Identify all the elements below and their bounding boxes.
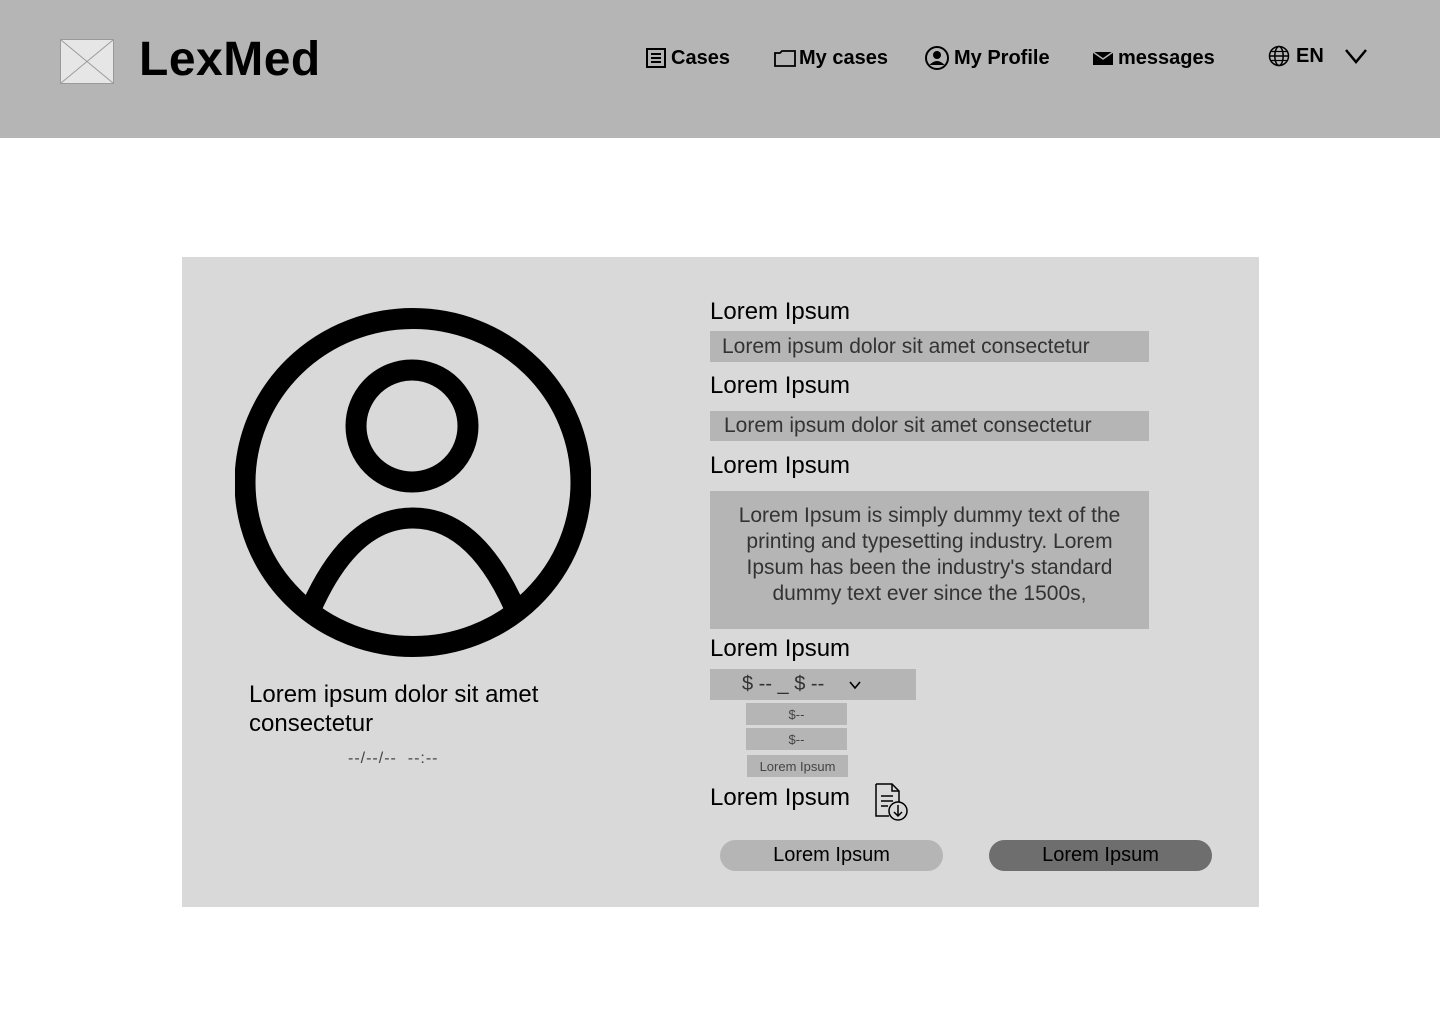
language-selector[interactable]: EN	[1268, 42, 1368, 70]
field-label-2: Lorem Ipsum	[710, 372, 851, 399]
field-value-2[interactable]: Lorem ipsum dolor sit amet consectetur	[710, 411, 1149, 441]
chevron-down-icon[interactable]	[1344, 47, 1368, 65]
chevron-down-icon	[849, 680, 861, 689]
field-label-3: Lorem Ipsum	[710, 452, 851, 479]
folder-icon	[774, 50, 796, 67]
nav-cases[interactable]: Cases	[645, 44, 730, 72]
nav-my-cases[interactable]: My cases	[773, 44, 888, 72]
dropdown-option-2[interactable]: $--	[746, 728, 847, 750]
user-avatar-icon	[235, 308, 591, 657]
globe-icon	[1268, 45, 1290, 67]
list-document-icon	[646, 48, 666, 68]
nav-my-cases-label: My cases	[799, 46, 888, 69]
field-label-4: Lorem Ipsum	[710, 635, 851, 662]
field-value-1[interactable]: Lorem ipsum dolor sit amet consectetur	[710, 331, 1149, 362]
field-label-1: Lorem Ipsum	[710, 298, 851, 325]
language-label: EN	[1296, 44, 1324, 67]
user-circle-icon	[925, 46, 949, 70]
top-header: LexMed Cases My cases My Profile message…	[0, 0, 1440, 138]
envelope-icon	[1092, 51, 1114, 65]
nav-messages-label: messages	[1118, 46, 1215, 69]
nav-my-profile[interactable]: My Profile	[924, 44, 1050, 72]
logo-placeholder-image[interactable]	[60, 39, 114, 84]
brand-name[interactable]: LexMed	[139, 32, 321, 88]
dropdown-option-3[interactable]: Lorem Ipsum	[747, 755, 848, 777]
price-range-dropdown[interactable]: $ -- _ $ --	[710, 669, 916, 700]
nav-messages[interactable]: messages	[1092, 44, 1215, 72]
nav-cases-label: Cases	[671, 46, 730, 69]
attachment-label: Lorem Ipsum	[710, 784, 851, 811]
case-datetime: --/--/-- --:--	[348, 750, 439, 767]
dropdown-option-1[interactable]: $--	[746, 703, 847, 725]
field-description[interactable]: Lorem Ipsum is simply dummy text of the …	[710, 491, 1149, 629]
nav-my-profile-label: My Profile	[954, 46, 1050, 69]
user-name: Lorem ipsum dolor sit amet consectetur	[249, 681, 539, 737]
file-download-icon[interactable]	[872, 782, 910, 822]
secondary-button[interactable]: Lorem Ipsum	[720, 840, 943, 871]
price-range-value: $ -- _ $ --	[742, 673, 825, 695]
primary-button[interactable]: Lorem Ipsum	[989, 840, 1212, 871]
